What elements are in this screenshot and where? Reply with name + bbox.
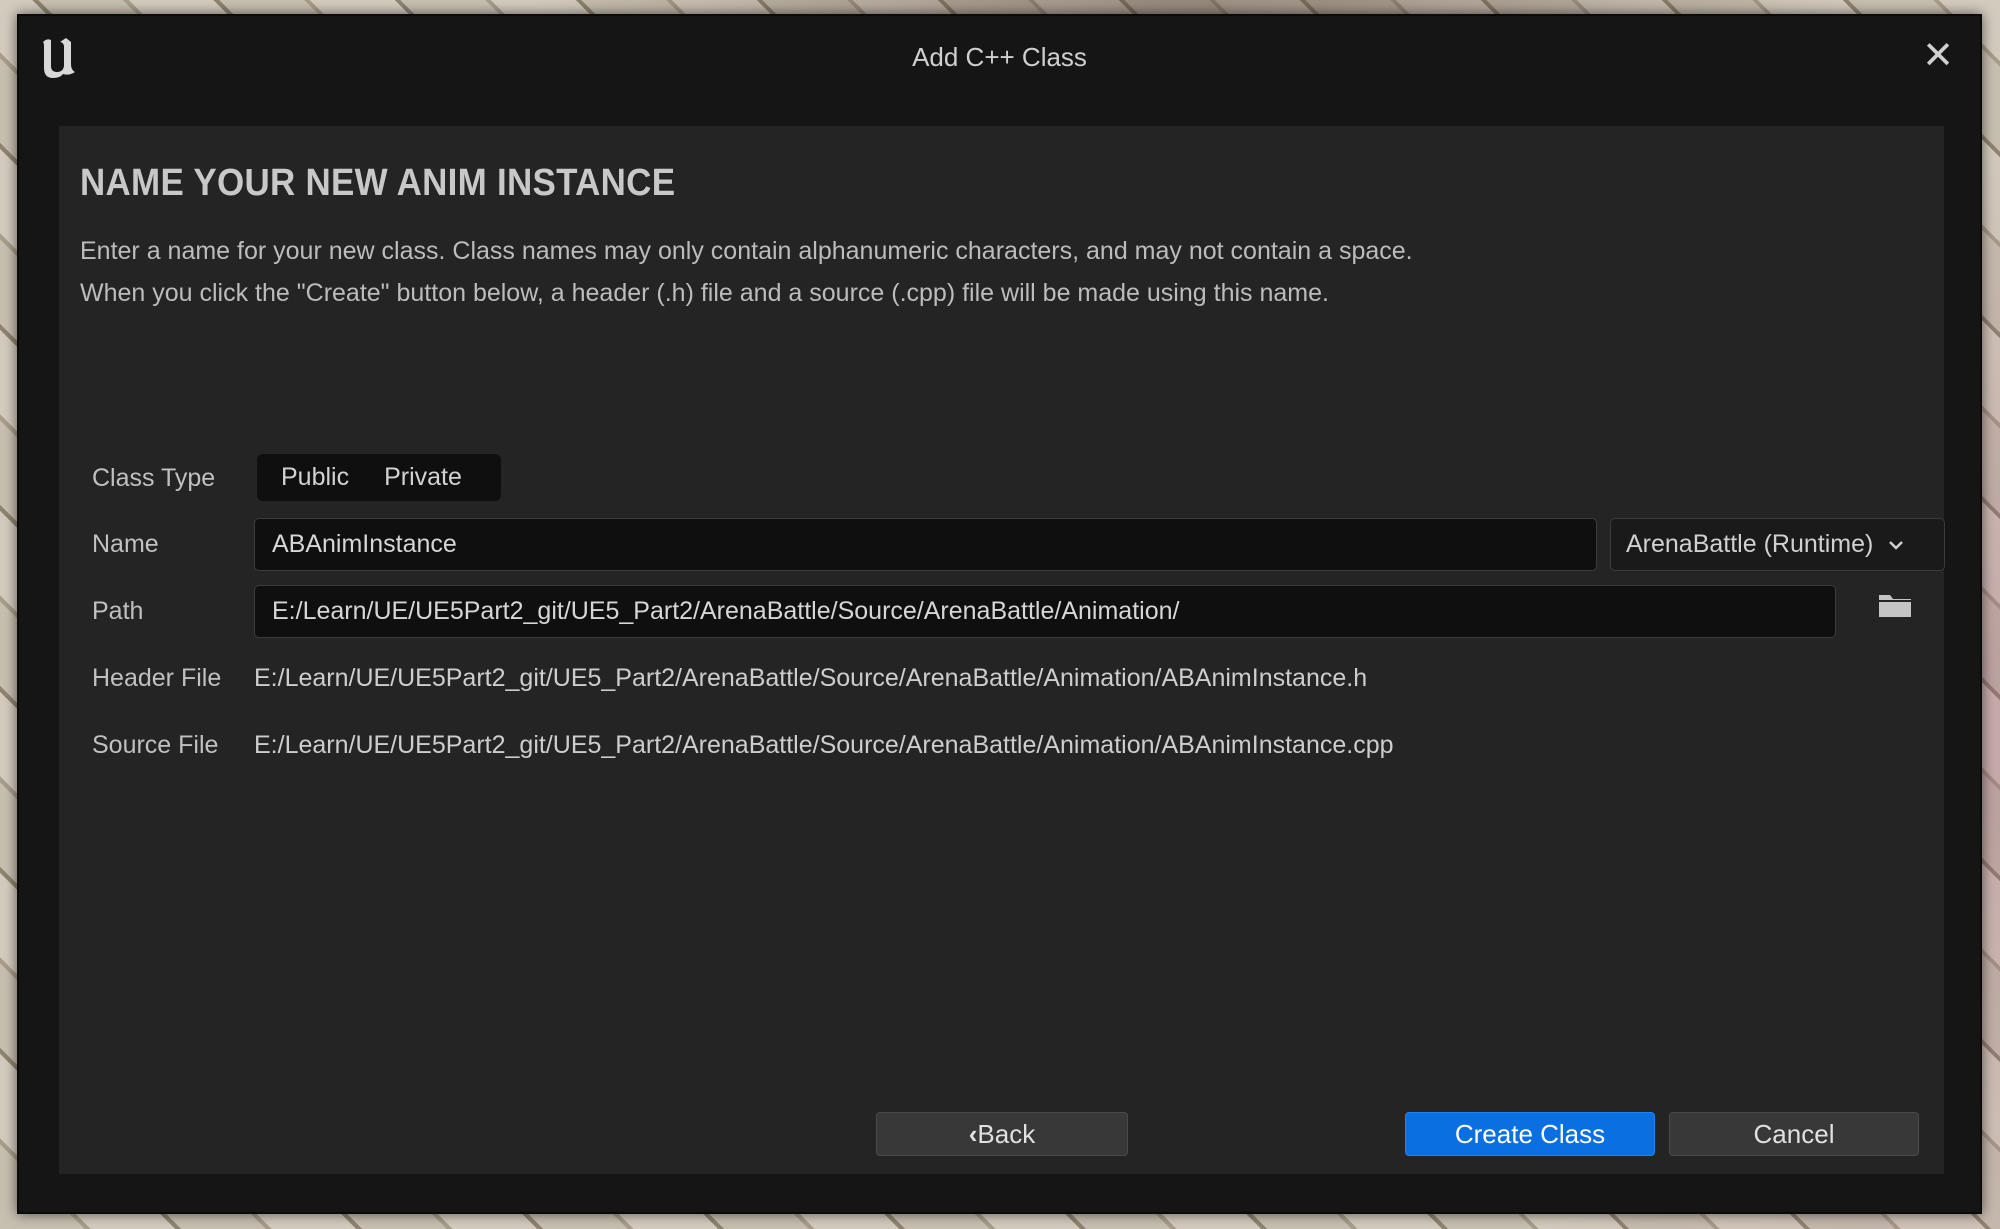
description-line-1: Enter a name for your new class. Class n… (80, 237, 1413, 265)
chevron-left-icon: ‹ (968, 1118, 978, 1149)
class-type-toggle: Public Private (257, 454, 501, 501)
class-type-public[interactable]: Public (257, 463, 366, 492)
chevron-down-icon (1889, 540, 1904, 550)
source-file-value: E:/Learn/UE/UE5Part2_git/UE5_Part2/Arena… (254, 731, 1394, 759)
header-file-label: Header File (92, 664, 222, 692)
page-description: Enter a name for your new class. Class n… (80, 230, 1413, 314)
cancel-button[interactable]: Cancel (1669, 1112, 1919, 1156)
class-name-input[interactable]: ABAnimInstance (254, 518, 1597, 571)
folder-icon[interactable] (1874, 587, 1916, 623)
description-line-2: When you click the "Create" button below… (80, 279, 1329, 307)
name-label: Name (92, 530, 159, 558)
source-file-label: Source File (92, 731, 219, 759)
back-button-label: Back (977, 1118, 1036, 1149)
main-panel: NAME YOUR NEW ANIM INSTANCE Enter a name… (59, 126, 1945, 1174)
path-input[interactable]: E:/Learn/UE/UE5Part2_git/UE5_Part2/Arena… (254, 585, 1836, 638)
back-button[interactable]: ‹ Back (876, 1112, 1128, 1156)
module-dropdown-value: ArenaBattle (Runtime) (1626, 530, 1874, 558)
close-icon[interactable]: ✕ (1918, 36, 1958, 76)
add-cpp-class-dialog: Add C++ Class ✕ NAME YOUR NEW ANIM INSTA… (17, 14, 1982, 1214)
create-class-button[interactable]: Create Class (1405, 1112, 1655, 1156)
class-type-label: Class Type (92, 464, 216, 492)
title-bar: Add C++ Class ✕ (19, 16, 1980, 106)
module-dropdown[interactable]: ArenaBattle (Runtime) (1610, 518, 1945, 571)
header-file-value: E:/Learn/UE/UE5Part2_git/UE5_Part2/Arena… (254, 664, 1368, 692)
path-label: Path (92, 597, 144, 625)
class-type-private[interactable]: Private (366, 463, 479, 492)
page-heading: NAME YOUR NEW ANIM INSTANCE (80, 162, 676, 204)
window-title: Add C++ Class (912, 42, 1087, 72)
